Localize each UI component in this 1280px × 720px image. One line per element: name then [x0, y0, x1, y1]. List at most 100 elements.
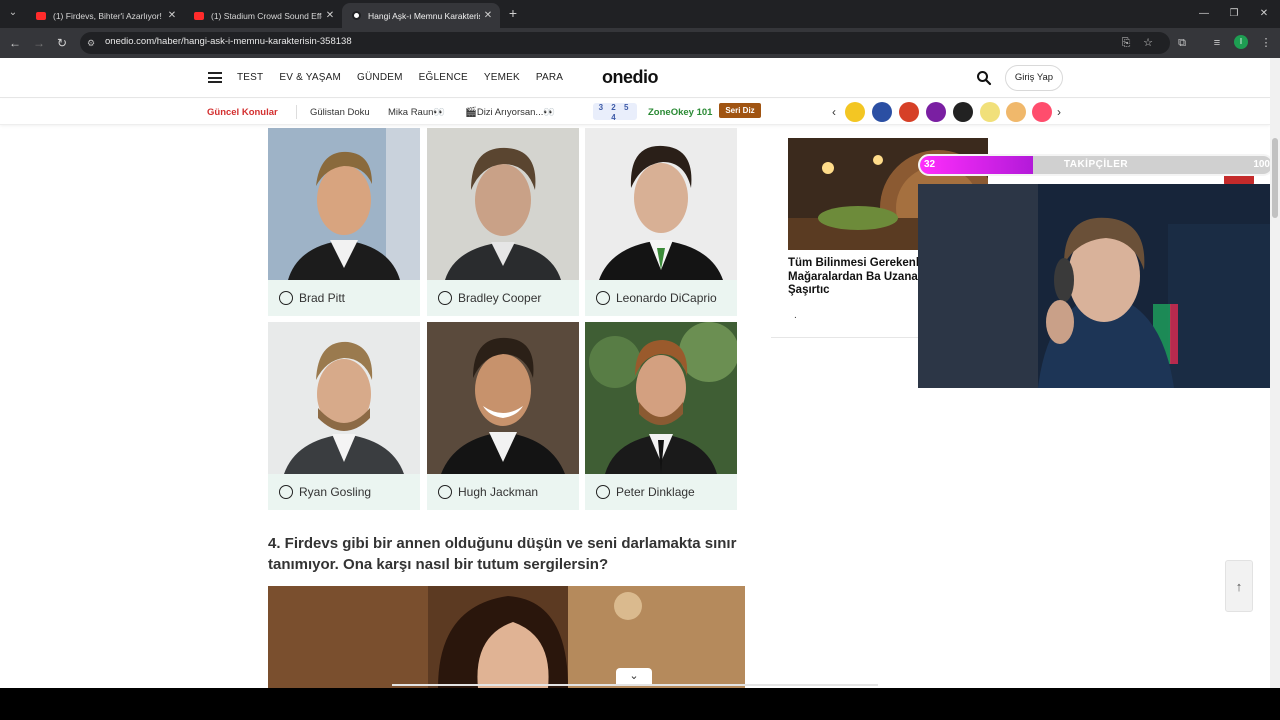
quiz-option-ryan-gosling[interactable]: Ryan Gosling: [268, 322, 420, 510]
tab-title: (1) Stadium Crowd Sound Effec: [211, 10, 322, 21]
close-tab-icon[interactable]: ✕: [480, 10, 496, 21]
browser-toolbar: ← → ↻ ⚙ onedio.com/haber/hangi-ask-i-mem…: [0, 28, 1280, 58]
question-heading: 4. Firdevs gibi bir annen olduğunu düşün…: [268, 535, 737, 573]
install-app-icon[interactable]: ⎘: [1117, 34, 1135, 52]
radio-button[interactable]: [596, 485, 610, 499]
nav-item-ev-yasam[interactable]: EV & YAŞAM: [279, 72, 341, 83]
quiz-option-bradley-cooper[interactable]: Bradley Cooper: [427, 128, 579, 316]
follower-goal-label: TAKİPÇİLER: [1063, 159, 1129, 170]
divider: [296, 105, 297, 119]
reading-list-icon[interactable]: ≡: [1208, 34, 1226, 52]
leonardo-dicaprio-photo: [585, 128, 737, 280]
scroll-to-top-button[interactable]: ↑: [1225, 560, 1253, 612]
option-label: Ryan Gosling: [299, 485, 372, 499]
address-bar[interactable]: ⚙ onedio.com/haber/hangi-ask-i-memnu-kar…: [80, 32, 1170, 54]
option-label: Bradley Cooper: [458, 291, 542, 305]
story-mask-icon[interactable]: [980, 102, 1000, 122]
browser-tab-3[interactable]: Hangi Aşk-ı Memnu Karakterisin ✕: [342, 3, 500, 28]
main-nav: TEST EV & YAŞAM GÜNDEM EĞLENCE YEMEK PAR…: [237, 72, 563, 83]
follower-goal-bar: TAKİPÇİLER 32 100: [918, 154, 1274, 176]
radio-button[interactable]: [438, 485, 452, 499]
story-emoji-icon[interactable]: [1006, 102, 1026, 122]
hamburger-menu-icon[interactable]: [208, 72, 222, 83]
new-tab-icon[interactable]: +: [504, 4, 522, 22]
page-divider: [392, 684, 878, 686]
serial-badge[interactable]: Seri Diz: [719, 103, 761, 118]
close-window-icon[interactable]: ✕: [1248, 0, 1280, 28]
login-button[interactable]: Giriş Yap: [1005, 65, 1063, 91]
brad-pitt-photo: [268, 128, 420, 280]
nav-item-eglence[interactable]: EĞLENCE: [419, 72, 468, 83]
radio-button[interactable]: [596, 291, 610, 305]
nav-item-yemek[interactable]: YEMEK: [484, 72, 520, 83]
site-info-icon[interactable]: ⚙: [87, 37, 99, 49]
scrollbar-thumb[interactable]: [1272, 138, 1278, 218]
quiz-option-leonardo-dicaprio[interactable]: Leonardo DiCaprio: [585, 128, 737, 316]
nav-item-test[interactable]: TEST: [237, 72, 263, 83]
bradley-cooper-photo: [427, 128, 579, 280]
radio-button[interactable]: [438, 291, 452, 305]
story-heart-eyes-icon[interactable]: [1032, 102, 1052, 122]
minimize-icon[interactable]: —: [1188, 0, 1220, 28]
quiz-option-brad-pitt[interactable]: Brad Pitt: [268, 128, 420, 316]
restore-icon[interactable]: ❐: [1218, 0, 1250, 28]
browser-tab-1[interactable]: (1) Firdevs, Bihter'i Azarlıyor! | A ✕: [26, 3, 184, 28]
numbers-game-badge[interactable]: 3 2 5 4: [593, 103, 637, 122]
option-label: Brad Pitt: [299, 291, 346, 305]
topic-link[interactable]: Mika Raun👀: [388, 107, 445, 118]
page-viewport: Brad Pitt Bradley Cooper Leonardo DiCapr…: [0, 58, 1280, 688]
story-star-icon[interactable]: [872, 102, 892, 122]
story-badge-icon[interactable]: [926, 102, 946, 122]
chevron-right-icon[interactable]: ›: [1057, 105, 1061, 119]
option-label: Leonardo DiCaprio: [616, 291, 717, 305]
more-menu-icon[interactable]: ⋮: [1257, 34, 1275, 52]
youtube-icon: [36, 11, 46, 20]
chevron-left-icon[interactable]: ‹: [832, 105, 836, 119]
topic-link[interactable]: Gülistan Doku: [310, 107, 370, 118]
sidebar-card-footer: .: [794, 310, 797, 321]
ryan-gosling-photo: [268, 322, 420, 474]
profile-avatar[interactable]: I: [1234, 35, 1248, 49]
topic-link[interactable]: 🎬Dizi Arıyorsan...👀: [465, 107, 555, 118]
topics-label[interactable]: Güncel Konular: [207, 107, 278, 118]
tab-title: (1) Firdevs, Bihter'i Azarlıyor! | A: [53, 10, 164, 21]
nav-item-para[interactable]: PARA: [536, 72, 563, 83]
quiz-option-hugh-jackman[interactable]: Hugh Jackman: [427, 322, 579, 510]
bookmark-star-icon[interactable]: ☆: [1139, 34, 1157, 52]
follower-current-count: 32: [924, 159, 936, 170]
story-badge-icon[interactable]: [953, 102, 973, 122]
close-tab-icon[interactable]: ✕: [322, 10, 338, 21]
forward-icon[interactable]: →: [30, 34, 48, 52]
tab-search-icon[interactable]: ⌄: [4, 4, 22, 22]
browser-tab-2[interactable]: (1) Stadium Crowd Sound Effec ✕: [184, 3, 342, 28]
peter-dinklage-photo: [585, 322, 737, 474]
follower-goal-max: 100: [1253, 159, 1270, 170]
onedio-icon: [352, 11, 361, 20]
zone-okey-link[interactable]: ZoneOkey 101: [648, 107, 712, 118]
radio-button[interactable]: [279, 291, 293, 305]
webcam-overlay: [918, 184, 1280, 388]
page-scrollbar[interactable]: [1270, 58, 1280, 688]
scroll-down-chevron-icon[interactable]: ⌄: [616, 668, 652, 684]
quiz-option-peter-dinklage[interactable]: Peter Dinklage: [585, 322, 737, 510]
option-label: Hugh Jackman: [458, 485, 539, 499]
extensions-icon[interactable]: ⧉: [1173, 34, 1191, 52]
reload-icon[interactable]: ↻: [53, 34, 71, 52]
story-emoji-icon[interactable]: [845, 102, 865, 122]
radio-button[interactable]: [279, 485, 293, 499]
browser-tab-strip: ⌄ (1) Firdevs, Bihter'i Azarlıyor! | A ✕…: [0, 0, 1280, 28]
taskbar: [0, 688, 1280, 720]
url-text[interactable]: onedio.com/haber/hangi-ask-i-memnu-karak…: [105, 36, 352, 47]
site-logo[interactable]: onedio: [602, 67, 659, 88]
site-header: TEST EV & YAŞAM GÜNDEM EĞLENCE YEMEK PAR…: [0, 58, 1270, 98]
back-icon[interactable]: ←: [6, 34, 24, 52]
question-image: [268, 586, 745, 688]
close-tab-icon[interactable]: ✕: [164, 10, 180, 21]
hugh-jackman-photo: [427, 322, 579, 474]
youtube-icon: [194, 11, 204, 20]
nav-item-gundem[interactable]: GÜNDEM: [357, 72, 403, 83]
topics-bar: Güncel Konular Gülistan Doku Mika Raun👀 …: [0, 99, 1270, 125]
search-icon[interactable]: [976, 70, 992, 86]
story-badge-icon[interactable]: [899, 102, 919, 122]
option-label: Peter Dinklage: [616, 485, 695, 499]
